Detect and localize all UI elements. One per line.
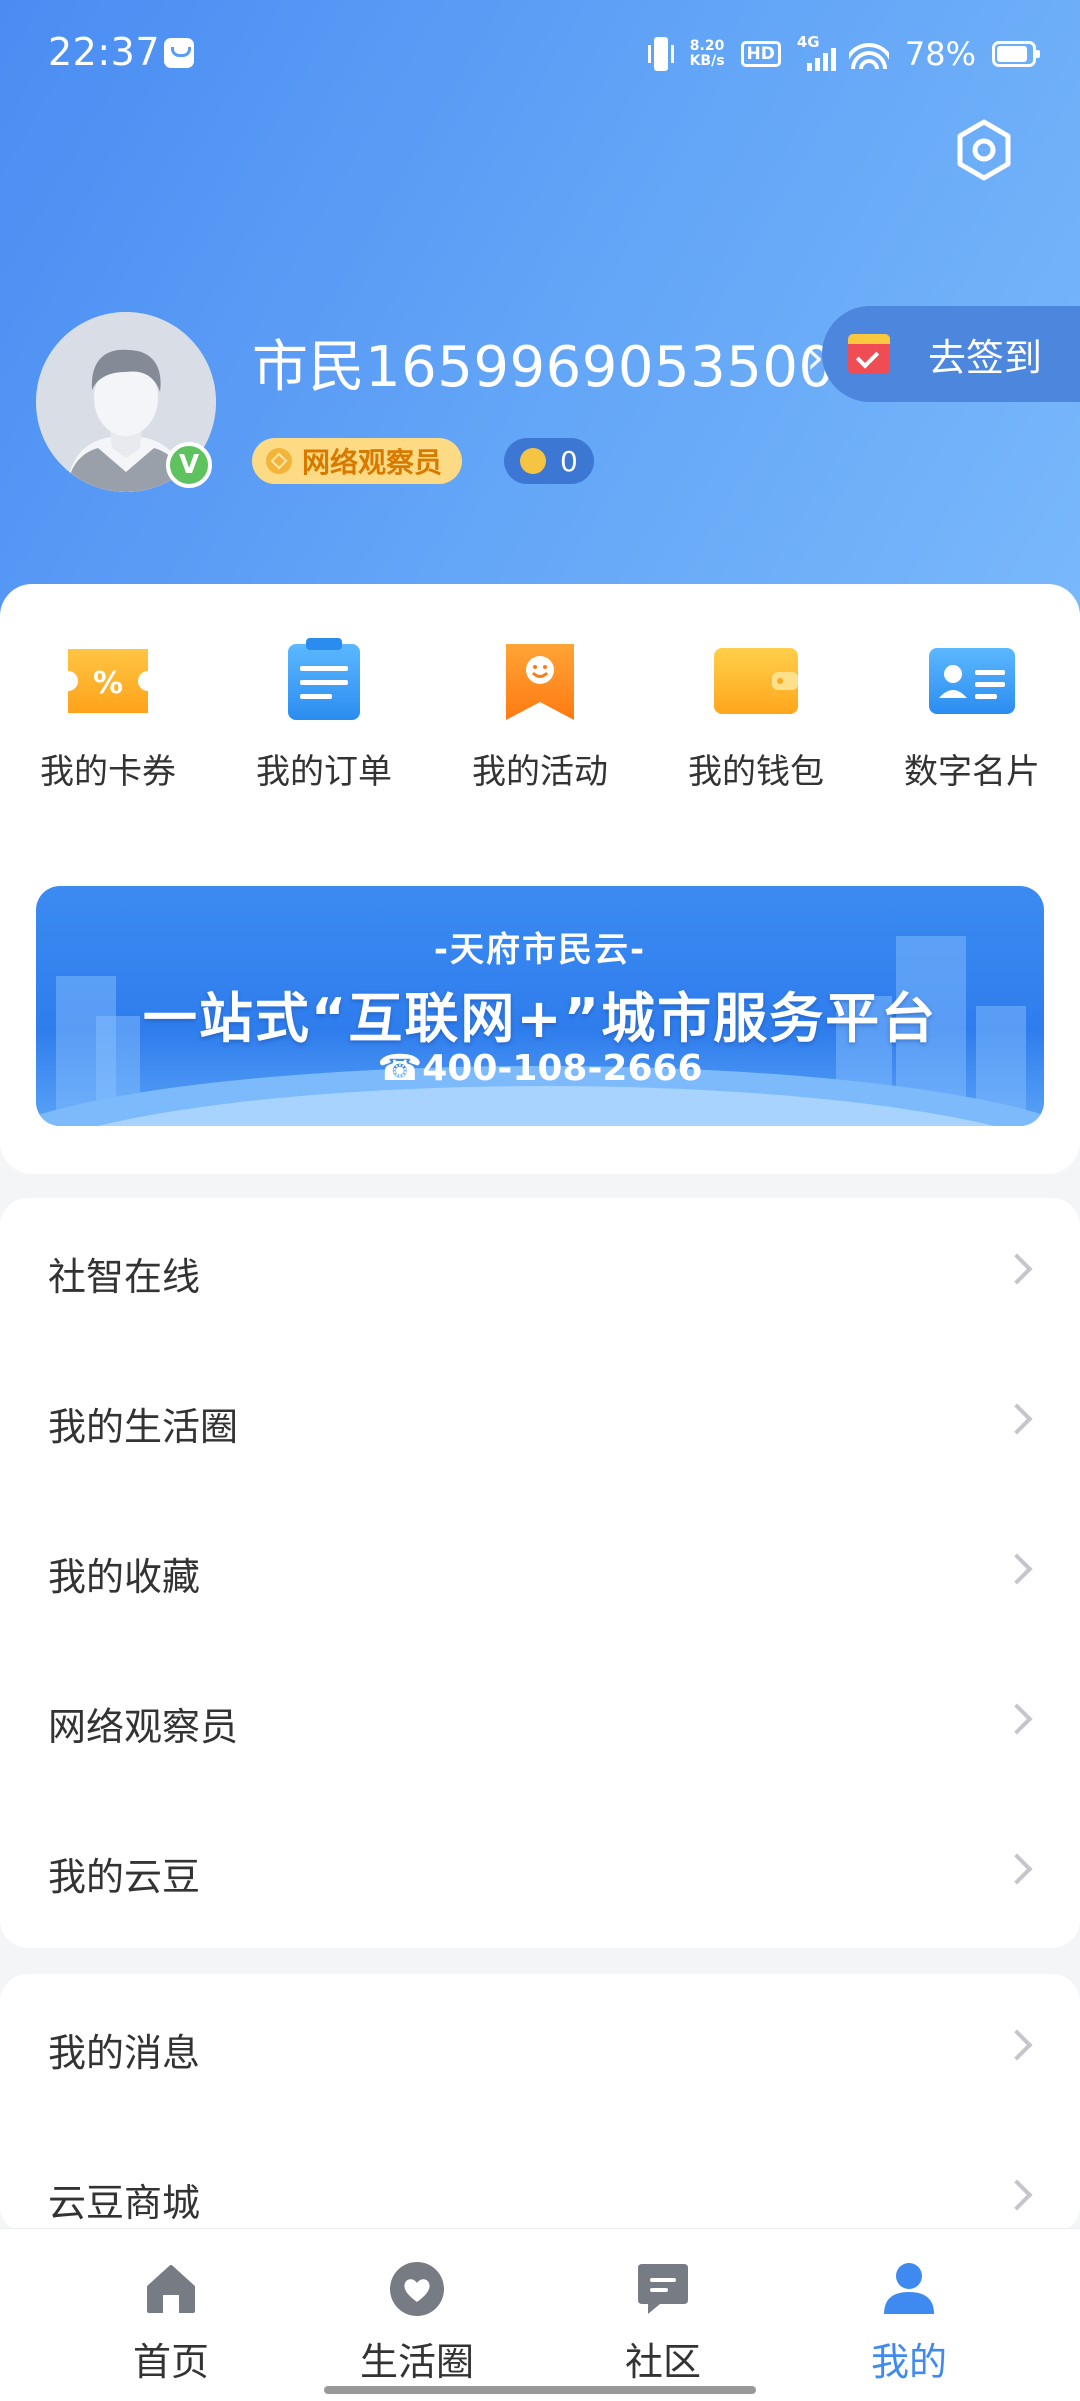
menu-item-label: 我的生活圈: [48, 1404, 239, 1449]
status-bar: 22:37 8.20 KB/s HD 4G 78%: [0, 0, 1080, 110]
network-speed: 8.20 KB/s: [690, 39, 725, 69]
home-icon: [141, 2259, 201, 2319]
banner-title: 一站式“互联网+”城市服务平台: [142, 987, 938, 1050]
tab-label: 生活圈: [359, 2340, 474, 2384]
wifi-icon: [848, 39, 889, 69]
signal-icon: 4G: [797, 33, 836, 71]
home-indicator[interactable]: [324, 2386, 756, 2394]
vibrate-icon: [647, 37, 674, 71]
svg-text:%: %: [93, 666, 123, 701]
signin-button[interactable]: 去签到: [822, 306, 1080, 402]
business-card-icon: [922, 636, 1022, 726]
beans-badge[interactable]: 0: [504, 438, 594, 484]
promo-banner[interactable]: -天府市民云- 一站式“互联网+”城市服务平台 ☎400-108-2666: [36, 886, 1044, 1126]
menu-item-life-circle[interactable]: 我的生活圈: [0, 1348, 1080, 1498]
settings-button[interactable]: [952, 118, 1016, 182]
battery-icon: [992, 41, 1040, 67]
heart-icon: [387, 2259, 447, 2319]
tab-label: 社区: [624, 2340, 701, 2384]
menu-item-label: 我的云豆: [48, 1854, 201, 1899]
network-speed-value: 8.20: [689, 38, 725, 54]
chevron-right-icon: [1001, 2029, 1033, 2061]
verified-badge: V: [166, 442, 212, 488]
quick-action-orders[interactable]: 我的订单: [216, 636, 432, 793]
menu-item-network-observer[interactable]: 网络观察员: [0, 1648, 1080, 1798]
role-badge-label: 网络观察员: [302, 446, 443, 479]
quick-action-coupons[interactable]: % 我的卡券: [0, 636, 216, 793]
chevron-right-icon: [1001, 2179, 1033, 2211]
calendar-check-icon: [848, 334, 890, 374]
banner-subtitle: -天府市民云-: [433, 930, 647, 970]
menu-item-label: 社智在线: [48, 1254, 201, 1299]
settings-icon: [957, 119, 1011, 181]
role-badge[interactable]: 网络观察员: [252, 438, 463, 484]
badge-medal-icon: [266, 448, 292, 474]
tab-label: 我的: [870, 2340, 947, 2384]
menu-group-1: 社智在线 我的生活圈 我的收藏 网络观察员 我的云豆: [0, 1198, 1080, 1948]
menu-item-label: 云豆商城: [48, 2180, 201, 2225]
network-speed-unit: KB/s: [689, 53, 725, 69]
chevron-right-icon: [1001, 1703, 1033, 1735]
banner-phone: ☎400-108-2666: [377, 1048, 703, 1089]
menu-item-favorites[interactable]: 我的收藏: [0, 1498, 1080, 1648]
menu-item-label: 我的收藏: [48, 1554, 201, 1599]
quick-action-label: 我的卡券: [40, 752, 176, 792]
tab-mine[interactable]: 我的: [786, 2229, 1032, 2401]
menu-item-cloud-beans[interactable]: 我的云豆: [0, 1798, 1080, 1948]
chevron-right-icon: [1001, 1253, 1033, 1285]
bean-icon: [520, 448, 546, 474]
chevron-right-icon: [1001, 1553, 1033, 1585]
activity-icon: [490, 636, 590, 726]
tab-home[interactable]: 首页: [48, 2229, 294, 2401]
coupon-icon: %: [58, 636, 158, 726]
chevron-right-icon: [1001, 1853, 1033, 1885]
wallet-icon: [706, 636, 806, 726]
order-icon: [274, 636, 374, 726]
status-time: 22:37: [48, 30, 161, 74]
menu-item-label: 网络观察员: [48, 1704, 239, 1749]
profile-header: 22:37 8.20 KB/s HD 4G 78% V 市民1659969053…: [0, 0, 1080, 620]
menu-item-bean-mall[interactable]: 云豆商城: [0, 2124, 1080, 2234]
username[interactable]: 市民1659969053500: [252, 322, 835, 403]
quick-actions: % 我的卡券 我的订单 我的活动 我的钱包 数字名片: [0, 636, 1080, 793]
bottom-tab-bar: 首页 生活圈 社区 我的: [0, 2228, 1080, 2401]
services-card: % 我的卡券 我的订单 我的活动 我的钱包 数字名片 -天府市民云- 一站式“互…: [0, 584, 1080, 1174]
notification-icon: [164, 38, 194, 68]
quick-action-label: 我的活动: [472, 752, 608, 792]
chevron-right-icon: [1001, 1403, 1033, 1435]
quick-action-wallet[interactable]: 我的钱包: [648, 636, 864, 793]
menu-item-messages[interactable]: 我的消息: [0, 1974, 1080, 2124]
battery-percent: 78%: [904, 35, 976, 73]
tab-community[interactable]: 社区: [540, 2229, 786, 2401]
person-icon: [879, 2259, 939, 2319]
status-indicators: 8.20 KB/s HD 4G 78%: [647, 32, 1040, 76]
menu-item-label: 我的消息: [48, 2030, 201, 2075]
menu-item-social-online[interactable]: 社智在线: [0, 1198, 1080, 1348]
hd-icon: HD: [740, 41, 781, 67]
quick-action-business-card[interactable]: 数字名片: [864, 636, 1080, 793]
signin-label: 去签到: [928, 335, 1043, 380]
quick-action-activities[interactable]: 我的活动: [432, 636, 648, 793]
tab-label: 首页: [132, 2340, 209, 2384]
quick-action-label: 我的订单: [256, 752, 392, 792]
chat-icon: [633, 2259, 693, 2319]
tab-life-circle[interactable]: 生活圈: [294, 2229, 540, 2401]
quick-action-label: 数字名片: [904, 752, 1040, 792]
menu-group-2: 我的消息 云豆商城: [0, 1974, 1080, 2234]
quick-action-label: 我的钱包: [688, 752, 824, 792]
beans-count: 0: [560, 444, 578, 478]
